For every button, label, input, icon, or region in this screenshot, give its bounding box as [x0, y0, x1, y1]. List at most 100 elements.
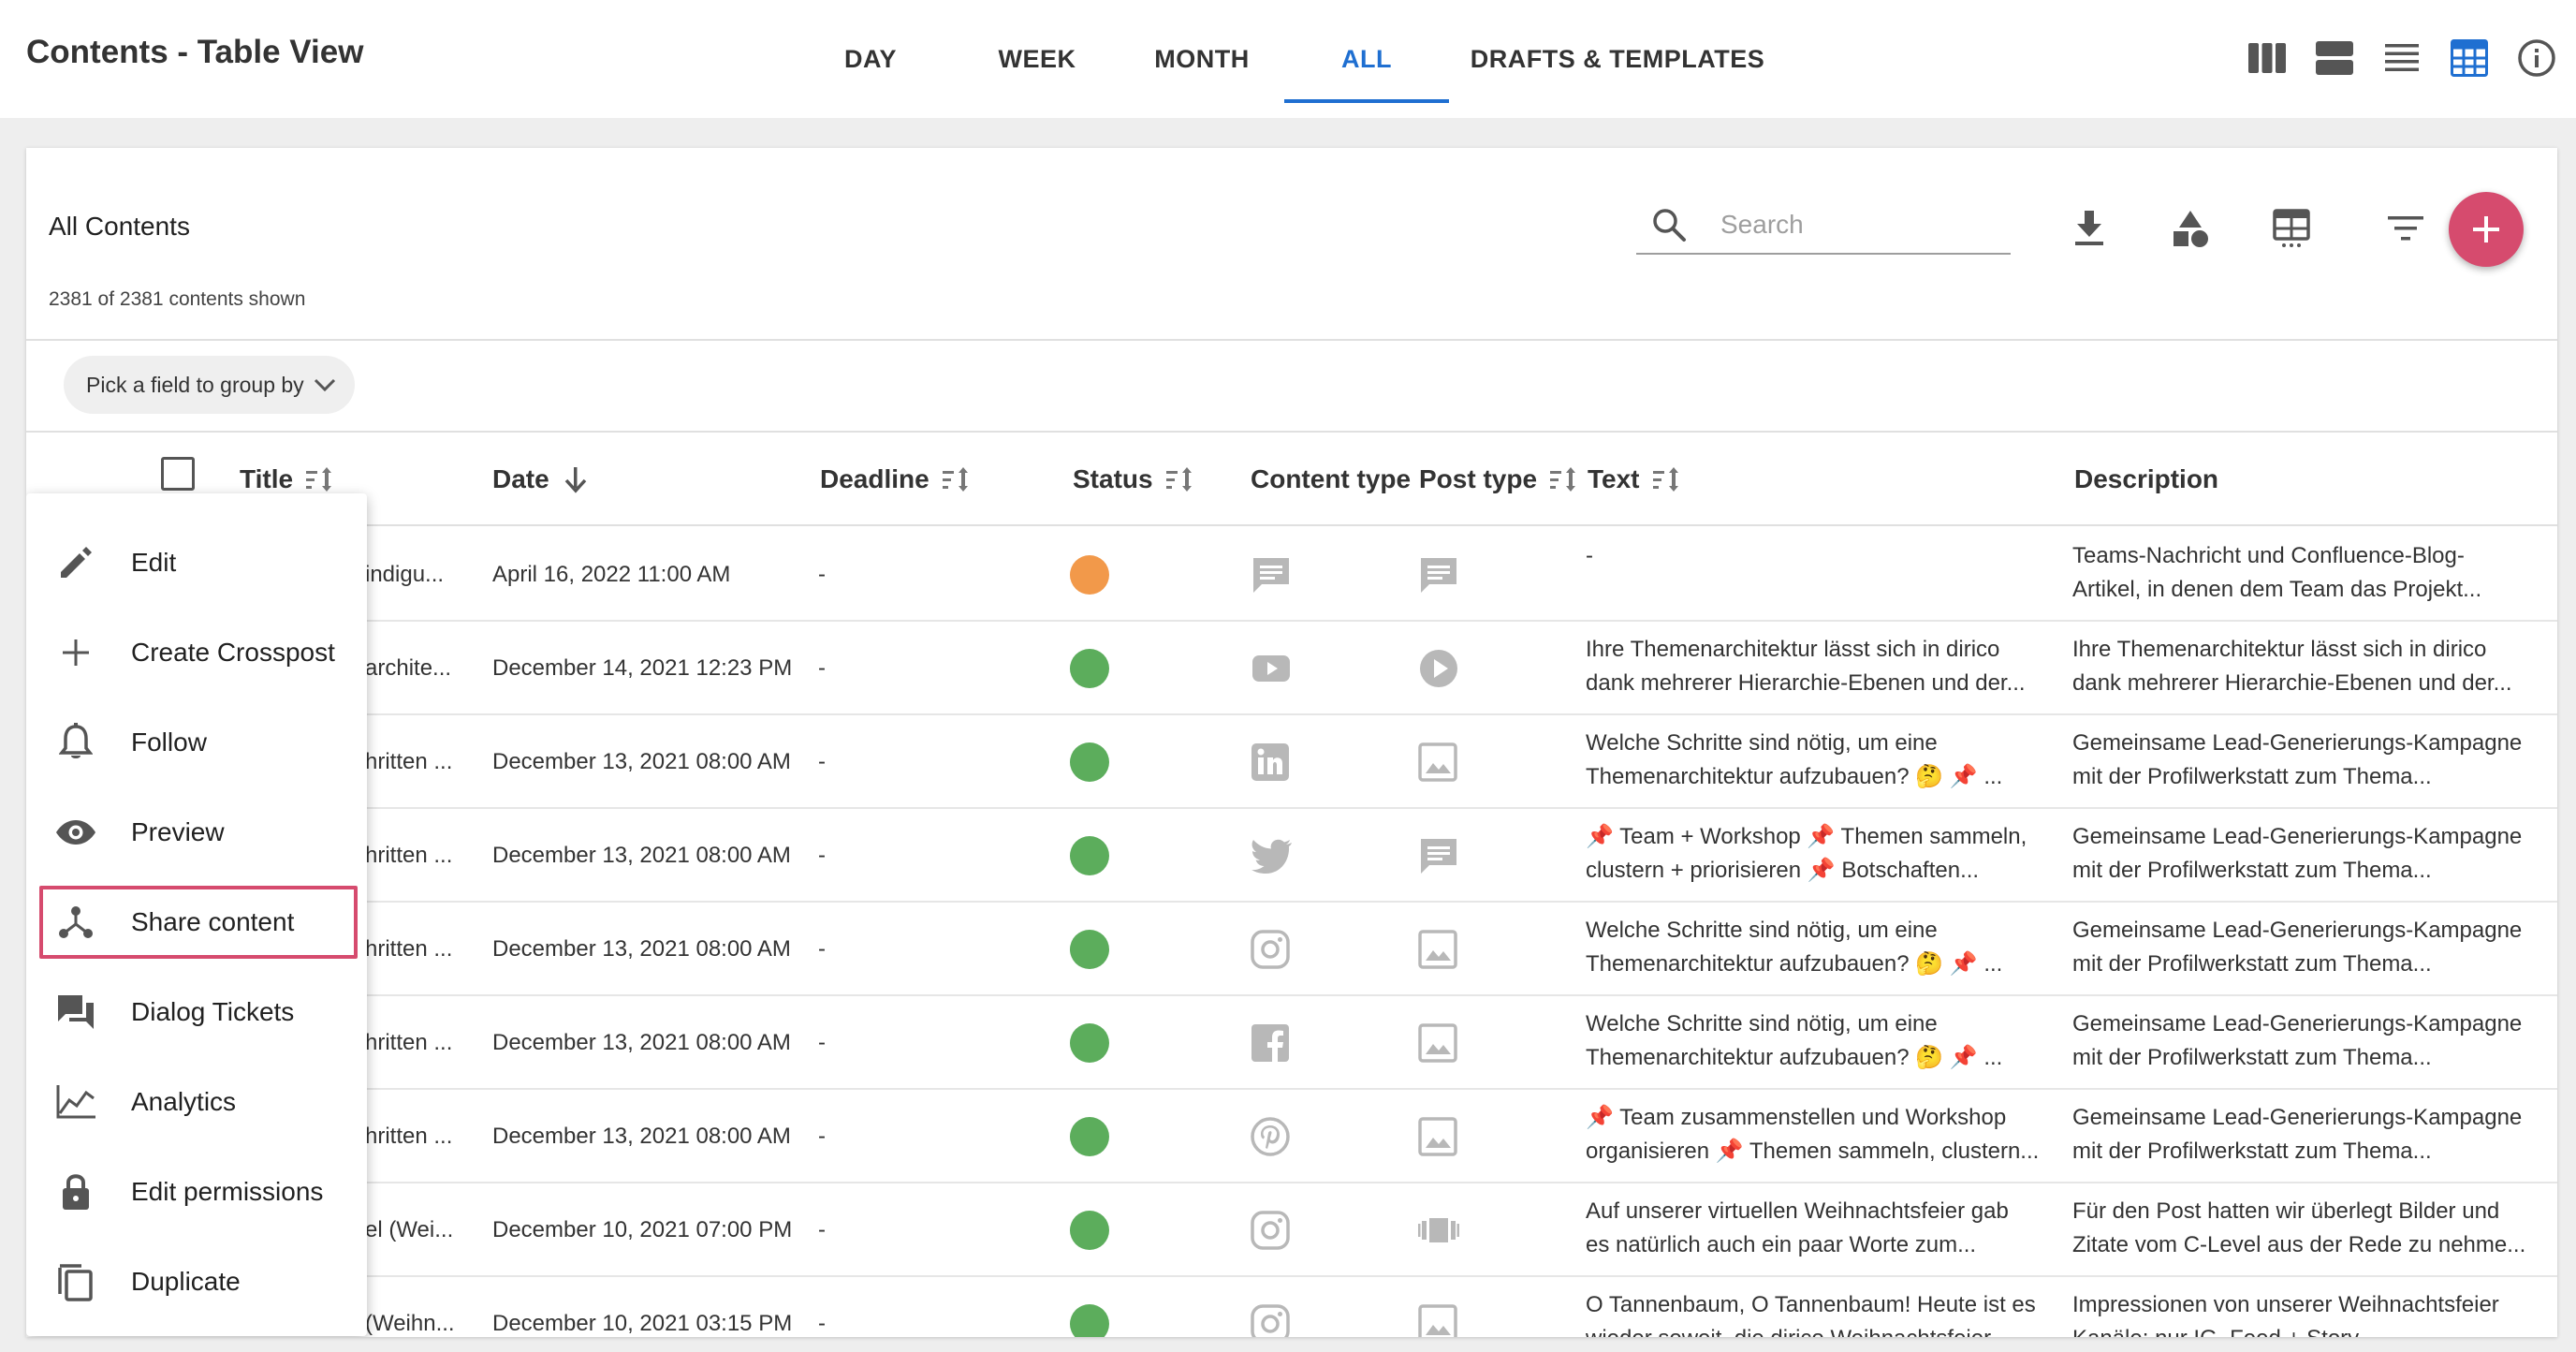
- rows-view-icon[interactable]: [2314, 37, 2355, 79]
- info-icon[interactable]: [2516, 37, 2557, 79]
- view-switcher: [2247, 37, 2557, 79]
- table-columns-icon[interactable]: [2267, 204, 2316, 253]
- youtube-icon: [1251, 622, 1307, 715]
- download-icon[interactable]: [2065, 204, 2114, 253]
- select-all-checkbox[interactable]: [161, 457, 195, 491]
- status-badge: [1070, 1183, 1126, 1277]
- contents-card: All Contents 2381 of 2381 contents shown…: [26, 148, 2557, 1337]
- image-icon: [1418, 1090, 1474, 1183]
- row-date: April 16, 2022 11:00 AM: [492, 562, 731, 587]
- table-row[interactable]: indigu... April 16, 2022 11:00 AM - - Teams-…: [26, 528, 2557, 622]
- image-icon: [1418, 903, 1474, 996]
- menu-item-edit-permissions[interactable]: Edit permissions: [26, 1147, 367, 1237]
- carousel-icon: [1418, 1183, 1474, 1277]
- row-title[interactable]: hritten ...: [365, 996, 477, 1090]
- row-title[interactable]: el (Wei...: [365, 1183, 477, 1277]
- sort-icon: [1550, 467, 1576, 492]
- tab-month[interactable]: MONTH: [1120, 0, 1284, 118]
- table-row[interactable]: hritten ... December 13, 2021 08:00 AM - We…: [26, 715, 2557, 809]
- row-text: Welche Schritte sind nötig, um eine Theme…: [1586, 730, 2003, 789]
- lock-icon: [54, 1170, 97, 1213]
- image-icon: [1418, 715, 1474, 809]
- row-description: Ihre Themenarchitektur lässt sich in dir…: [2072, 637, 2512, 696]
- menu-item-share-content[interactable]: Share content: [26, 877, 367, 967]
- divider: [26, 339, 2557, 341]
- status-badge: [1070, 715, 1126, 809]
- search-input[interactable]: [1720, 210, 2001, 240]
- table-view-icon[interactable]: [2449, 37, 2490, 79]
- row-text: -: [1586, 543, 1593, 568]
- tab-week[interactable]: WEEK: [955, 0, 1120, 118]
- column-description[interactable]: Description: [2074, 433, 2218, 526]
- table-row[interactable]: hritten ... December 13, 2021 08:00 AM - 📌 …: [26, 1090, 2557, 1183]
- status-badge: [1070, 622, 1126, 715]
- column-text[interactable]: Text: [1588, 433, 1685, 526]
- table-row[interactable]: hritten ... December 13, 2021 08:00 AM - We…: [26, 996, 2557, 1090]
- message-icon: [1418, 809, 1474, 903]
- group-by-dropdown[interactable]: Pick a field to group by: [64, 356, 355, 414]
- table-row[interactable]: (Weihn... December 10, 2021 03:15 PM - O Ta…: [26, 1277, 2557, 1337]
- status-badge: [1070, 809, 1126, 903]
- bell-icon: [54, 721, 97, 764]
- column-post-type[interactable]: Post type: [1419, 433, 1591, 526]
- column-content-type[interactable]: Content type: [1251, 433, 1411, 526]
- status-badge: [1070, 903, 1126, 996]
- plus-icon: [54, 631, 97, 674]
- menu-item-preview[interactable]: Preview: [26, 787, 367, 877]
- table-row[interactable]: archite... December 14, 2021 12:23 PM - Ihr…: [26, 622, 2557, 715]
- row-title[interactable]: archite...: [365, 622, 477, 715]
- menu-item-edit[interactable]: Edit: [26, 518, 367, 608]
- row-text: 📌 Team + Workshop 📌 Themen sammeln, clust…: [1586, 824, 2027, 883]
- row-context-menu: Edit Create Crosspost Follow Preview Sha…: [26, 493, 367, 1336]
- row-deadline: -: [818, 655, 826, 681]
- menu-item-analytics[interactable]: Analytics: [26, 1057, 367, 1147]
- twitter-icon: [1251, 809, 1307, 903]
- tab-all[interactable]: ALL: [1284, 0, 1449, 118]
- row-title[interactable]: hritten ...: [365, 715, 477, 809]
- row-date: December 13, 2021 08:00 AM: [492, 1030, 791, 1055]
- filter-icon[interactable]: [2381, 204, 2430, 253]
- row-description: Gemeinsame Lead-Generierungs-Kampagne mit…: [2072, 824, 2523, 883]
- row-deadline: -: [818, 1217, 826, 1242]
- content-count: 2381 of 2381 contents shown: [49, 288, 306, 310]
- row-description: Gemeinsame Lead-Generierungs-Kampagne mit…: [2072, 1011, 2523, 1070]
- row-text: 📌 Team zusammenstellen und Workshop organ…: [1586, 1105, 2040, 1164]
- row-title[interactable]: hritten ...: [365, 1090, 477, 1183]
- menu-item-duplicate[interactable]: Duplicate: [26, 1237, 367, 1327]
- tab-day[interactable]: DAY: [786, 0, 955, 118]
- row-title[interactable]: (Weihn...: [365, 1277, 477, 1337]
- row-deadline: -: [818, 562, 826, 587]
- table-row[interactable]: el (Wei... December 10, 2021 07:00 PM - Auf…: [26, 1183, 2557, 1277]
- pencil-icon: [54, 541, 97, 584]
- column-deadline[interactable]: Deadline: [820, 433, 974, 526]
- row-title[interactable]: hritten ...: [365, 809, 477, 903]
- shapes-icon[interactable]: [2166, 204, 2215, 253]
- list-view-icon[interactable]: [2381, 37, 2422, 79]
- top-bar: Contents - Table View DAY WEEK MONTH ALL…: [0, 0, 2576, 118]
- instagram-icon: [1251, 1277, 1307, 1337]
- table-row[interactable]: hritten ... December 13, 2021 08:00 AM - 📌 …: [26, 809, 2557, 903]
- menu-item-follow[interactable]: Follow: [26, 698, 367, 787]
- chat-icon: [54, 991, 97, 1034]
- column-date[interactable]: Date: [492, 433, 589, 526]
- add-content-button[interactable]: [2449, 192, 2524, 267]
- row-description: Gemeinsame Lead-Generierungs-Kampagne mit…: [2072, 730, 2523, 789]
- row-text: Auf unserer virtuellen Weihnachtsfeier g…: [1586, 1198, 2009, 1257]
- group-by-label: Pick a field to group by: [86, 372, 304, 397]
- row-title[interactable]: hritten ...: [365, 903, 477, 996]
- column-status[interactable]: Status: [1073, 433, 1198, 526]
- columns-view-icon[interactable]: [2247, 37, 2288, 79]
- sort-icon: [1652, 467, 1678, 492]
- row-text: O Tannenbaum, O Tannenbaum! Heute ist es…: [1586, 1292, 2036, 1337]
- tab-drafts-templates[interactable]: DRAFTS & TEMPLATES: [1449, 0, 1786, 118]
- table-row[interactable]: hritten ... December 13, 2021 08:00 AM - We…: [26, 903, 2557, 996]
- menu-item-dialog-tickets[interactable]: Dialog Tickets: [26, 967, 367, 1057]
- row-date: December 13, 2021 08:00 AM: [492, 843, 791, 868]
- status-badge: [1070, 996, 1126, 1090]
- row-title[interactable]: indigu...: [365, 528, 477, 622]
- sort-icon: [306, 467, 332, 492]
- row-deadline: -: [818, 1030, 826, 1055]
- card-title: All Contents: [49, 212, 190, 241]
- menu-item-create-crosspost[interactable]: Create Crosspost: [26, 608, 367, 698]
- image-icon: [1418, 996, 1474, 1090]
